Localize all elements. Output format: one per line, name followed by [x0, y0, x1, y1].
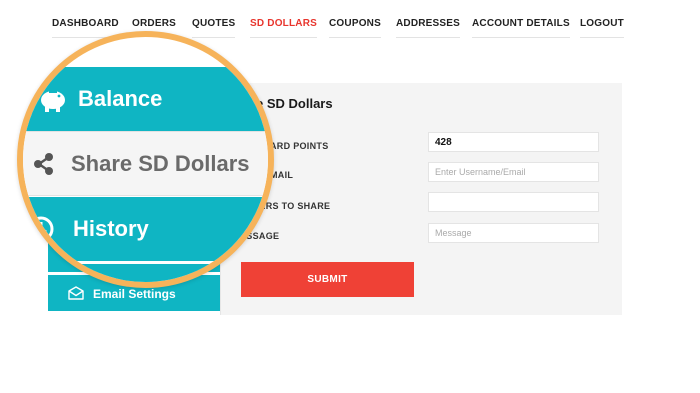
magnifier-callout: Balance Share SD Dollars History	[17, 31, 274, 288]
nav-account-details[interactable]: ACCOUNT DETAILS	[472, 18, 570, 38]
nav-logout[interactable]: LOGOUT	[580, 18, 624, 38]
balance-label: Balance	[78, 86, 163, 111]
sidebar-item-balance[interactable]: Balance	[23, 67, 268, 131]
account-nav: DASHBOARD ORDERS QUOTES SD DOLLARS COUPO…	[0, 18, 700, 38]
nav-sd-dollars[interactable]: SD DOLLARS	[250, 18, 317, 38]
email-settings-label: Email Settings	[93, 287, 176, 301]
username-input[interactable]	[428, 162, 599, 182]
piggy-bank-icon	[41, 91, 65, 112]
history-label: History	[73, 216, 149, 241]
envelope-open-icon	[68, 286, 84, 300]
share-label: Share SD Dollars	[71, 150, 250, 176]
nav-dashboard[interactable]: DASHBOARD	[52, 18, 119, 38]
clock-icon	[28, 216, 54, 242]
reward-points-field	[428, 132, 599, 152]
sidebar-item-history[interactable]: History	[23, 197, 268, 261]
nav-addresses[interactable]: ADDRESSES	[396, 18, 461, 38]
share-icon	[34, 152, 53, 175]
message-input[interactable]	[428, 223, 599, 243]
nav-quotes[interactable]: QUOTES	[192, 18, 236, 38]
dollars-input[interactable]	[428, 192, 599, 212]
sidebar-item-share-sd-dollars[interactable]: Share SD Dollars	[23, 131, 268, 196]
nav-coupons[interactable]: COUPONS	[329, 18, 381, 38]
